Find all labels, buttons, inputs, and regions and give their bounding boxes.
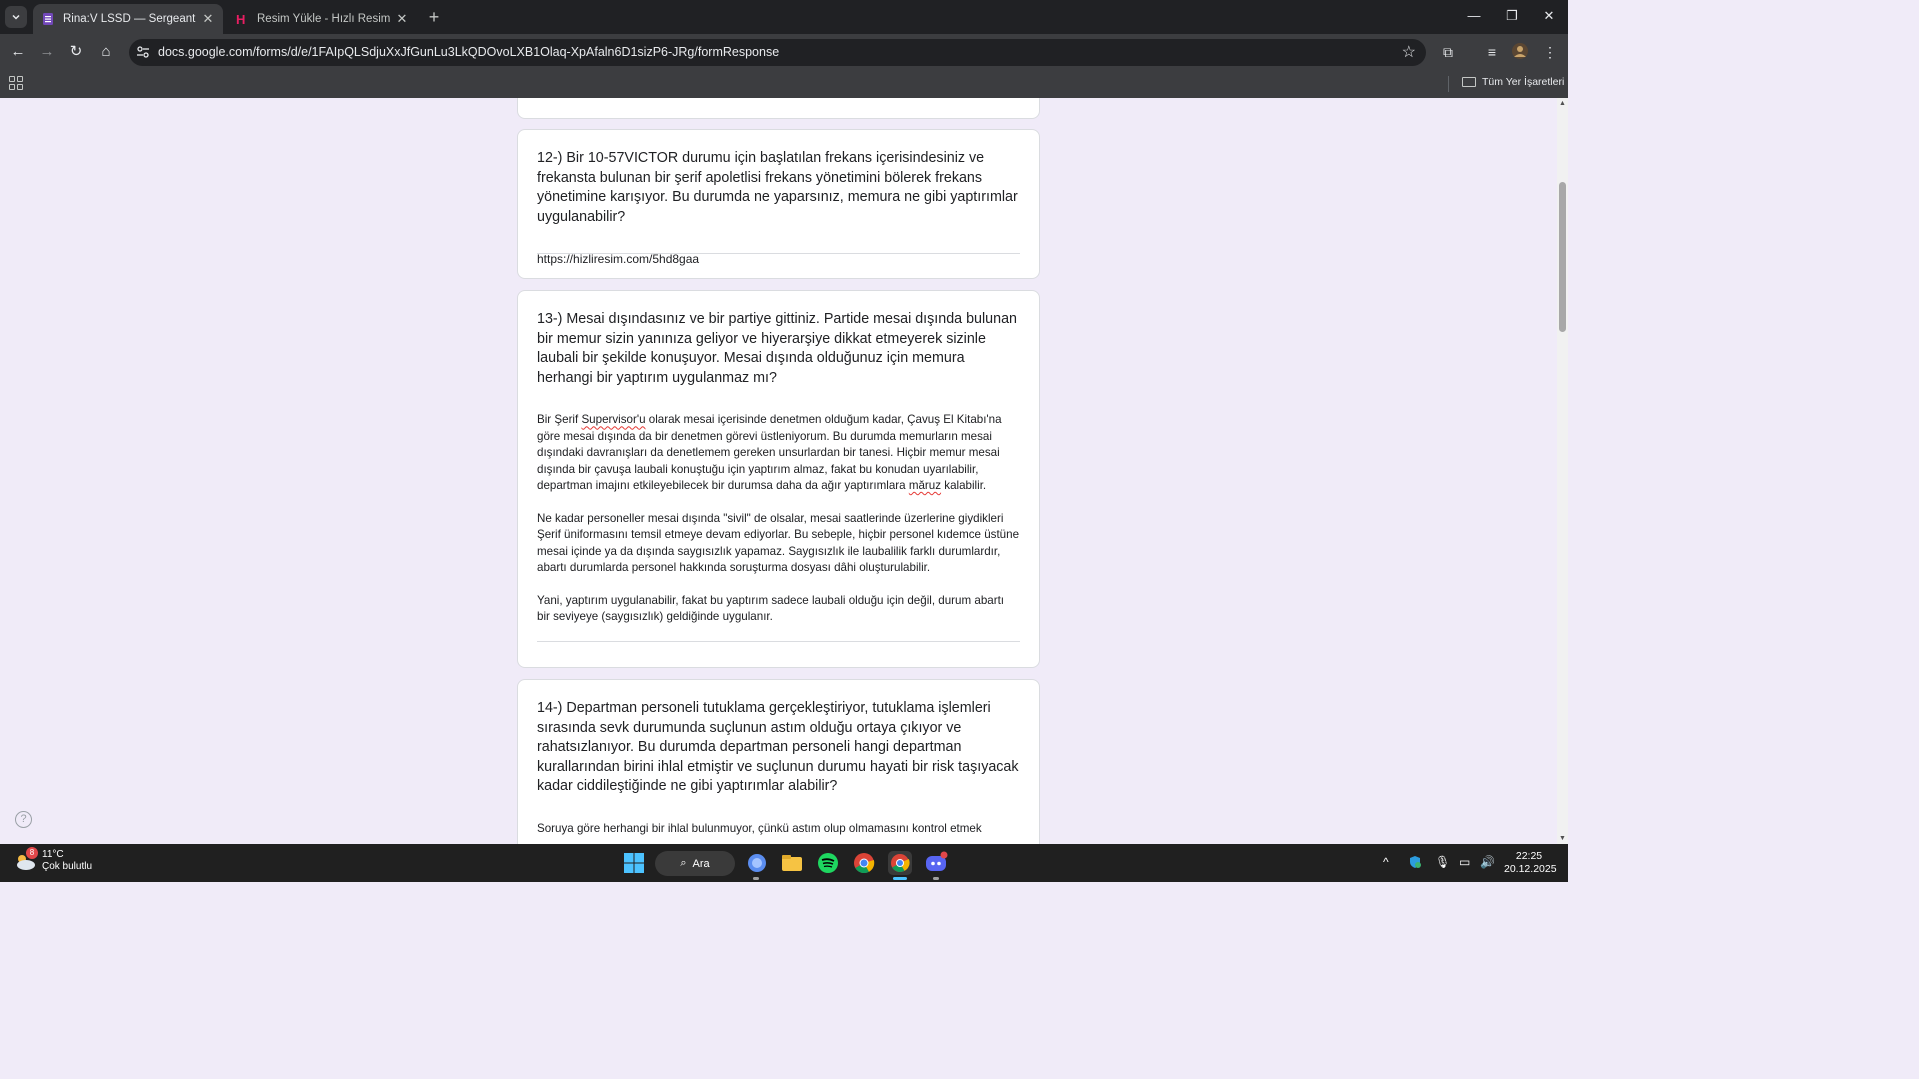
site-info-icon[interactable]: [135, 44, 151, 60]
microphone-icon[interactable]: 🎙: [1435, 855, 1450, 869]
answer-textarea[interactable]: Bir Şerif Supervisor'u olarak mesai içer…: [518, 412, 1039, 625]
question-card-14: 14-) Departman personeli tutuklama gerçe…: [517, 679, 1040, 844]
close-window-icon[interactable]: ✕: [1539, 8, 1559, 24]
taskbar-clock[interactable]: 22:25 20.12.2025: [1504, 850, 1557, 876]
discord-icon[interactable]: [924, 851, 948, 875]
answer-textarea[interactable]: Soruya göre herhangi bir ihlal bulunmuyo…: [518, 821, 1039, 837]
help-icon[interactable]: ?: [15, 811, 32, 828]
answer-paragraph: Yani, yaptırım uygulanabilir, fakat bu y…: [537, 593, 1005, 624]
restore-icon[interactable]: ❐: [1502, 8, 1522, 24]
media-control-icon[interactable]: ≡: [1482, 42, 1502, 62]
volume-icon[interactable]: 🔊: [1480, 855, 1495, 869]
svg-text:H: H: [236, 12, 245, 26]
home-icon[interactable]: ⌂: [96, 42, 116, 62]
tab-title: Rina:V LSSD — Sergeant Exam: [63, 13, 197, 25]
spotify-icon[interactable]: [816, 851, 840, 875]
clock-date: 20.12.2025: [1504, 863, 1557, 875]
tab-search-button[interactable]: [5, 6, 27, 28]
scroll-up-icon[interactable]: ▲: [1559, 100, 1566, 107]
chrome-active-icon[interactable]: [888, 851, 912, 875]
running-indicator: [753, 877, 759, 880]
scrollbar-thumb[interactable]: [1559, 182, 1566, 332]
weather-widget[interactable]: 8 11°C Çok bulutlu: [13, 847, 93, 873]
question-card-previous: [517, 98, 1040, 119]
weather-badge: 8: [26, 847, 38, 859]
back-icon[interactable]: ←: [8, 42, 28, 62]
question-title: 12-) Bir 10-57VICTOR durumu için başlatı…: [537, 150, 1018, 225]
avatar: [1512, 43, 1528, 59]
bookmarks-bar: Tüm Yer İşaretleri: [0, 70, 1568, 98]
cloud-icon: 8: [13, 847, 38, 873]
answer-underline: [537, 253, 1020, 254]
tab-resim[interactable]: H Resim Yükle - Hızlı Resim Paylaş ✕: [227, 4, 417, 34]
answer-text: kalabilir.: [941, 479, 987, 492]
answer-underline: [537, 641, 1020, 642]
search-label: Ara: [692, 857, 710, 870]
question-card-12: 12-) Bir 10-57VICTOR durumu için başlatı…: [517, 129, 1040, 279]
all-bookmarks-label: Tüm Yer İşaretleri: [1482, 76, 1565, 88]
taskbar-search[interactable]: ⌕ Ara: [655, 851, 735, 876]
folder-icon: [1462, 77, 1476, 87]
hizliresim-icon: H: [236, 12, 245, 26]
copilot-app-icon[interactable]: [745, 851, 769, 875]
tab-title: Resim Yükle - Hızlı Resim Paylaş: [257, 13, 391, 25]
question-card-13: 13-) Mesai dışındasınız ve bir partiye g…: [517, 290, 1040, 668]
new-tab-button[interactable]: +: [425, 7, 443, 28]
network-icon[interactable]: ▭: [1459, 855, 1470, 869]
extensions-icon[interactable]: ⧉: [1438, 42, 1458, 62]
answer-paragraph: Ne kadar personeller mesai dışında "sivi…: [537, 511, 1020, 575]
spellcheck-word: măruz: [908, 479, 942, 492]
windows-taskbar: 8 11°C Çok bulutlu ⌕ Ara ^ 🎙 ▭ 🔊 22:25 2…: [0, 844, 1568, 882]
tab-strip: Rina:V LSSD — Sergeant Exam ✕ H Resim Yü…: [0, 0, 1568, 34]
browser-toolbar: ← → ↻ ⌂ docs.google.com/forms/d/e/1FAIpQ…: [0, 34, 1568, 70]
bookmark-star-icon[interactable]: ☆: [1402, 42, 1416, 62]
spellcheck-word: Supervisor'u: [581, 413, 646, 427]
weather-desc: Çok bulutlu: [42, 861, 93, 872]
form-page: 12-) Bir 10-57VICTOR durumu için başlatı…: [0, 98, 1557, 844]
chrome-icon[interactable]: [852, 851, 876, 875]
question-title: 13-) Mesai dışındasınız ve bir partiye g…: [537, 311, 1017, 386]
profile-avatar[interactable]: [1510, 42, 1530, 62]
address-bar[interactable]: docs.google.com/forms/d/e/1FAIpQLSdjuXxJ…: [129, 39, 1426, 66]
divider: [1448, 76, 1449, 92]
page-scrollbar[interactable]: ▲ ▼: [1557, 98, 1568, 844]
search-icon: ⌕: [680, 857, 687, 869]
apps-grid-icon[interactable]: [9, 76, 23, 90]
windows-start-icon[interactable]: [622, 851, 646, 875]
reload-icon[interactable]: ↻: [66, 42, 86, 62]
minimize-icon[interactable]: —: [1464, 8, 1484, 23]
scroll-down-icon[interactable]: ▼: [1559, 835, 1566, 842]
defender-icon[interactable]: [1408, 855, 1422, 872]
clock-time: 22:25: [1515, 850, 1543, 862]
url-text[interactable]: docs.google.com/forms/d/e/1FAIpQLSdjuXxJ…: [158, 45, 779, 59]
forward-icon[interactable]: →: [37, 42, 57, 62]
google-forms-icon: [43, 13, 53, 25]
active-indicator: [893, 877, 907, 880]
answer-paragraph: Bir Şerif Supervisor'u olarak mesai içer…: [537, 412, 1020, 494]
answer-text: Bir Şerif: [537, 413, 582, 427]
close-tab-icon[interactable]: ✕: [201, 11, 215, 27]
menu-dots-icon[interactable]: ⋮: [1540, 42, 1560, 62]
question-title: 14-) Departman personeli tutuklama gerçe…: [537, 700, 1019, 795]
chevron-down-icon: [12, 14, 20, 20]
all-bookmarks-button[interactable]: Tüm Yer İşaretleri: [1462, 76, 1564, 88]
file-explorer-icon[interactable]: [780, 851, 804, 875]
close-tab-icon[interactable]: ✕: [395, 11, 409, 27]
running-indicator: [933, 877, 939, 880]
tray-overflow-icon[interactable]: ^: [1383, 855, 1389, 869]
tab-forms[interactable]: Rina:V LSSD — Sergeant Exam ✕: [33, 4, 223, 34]
weather-temp: 11°C: [42, 849, 64, 860]
